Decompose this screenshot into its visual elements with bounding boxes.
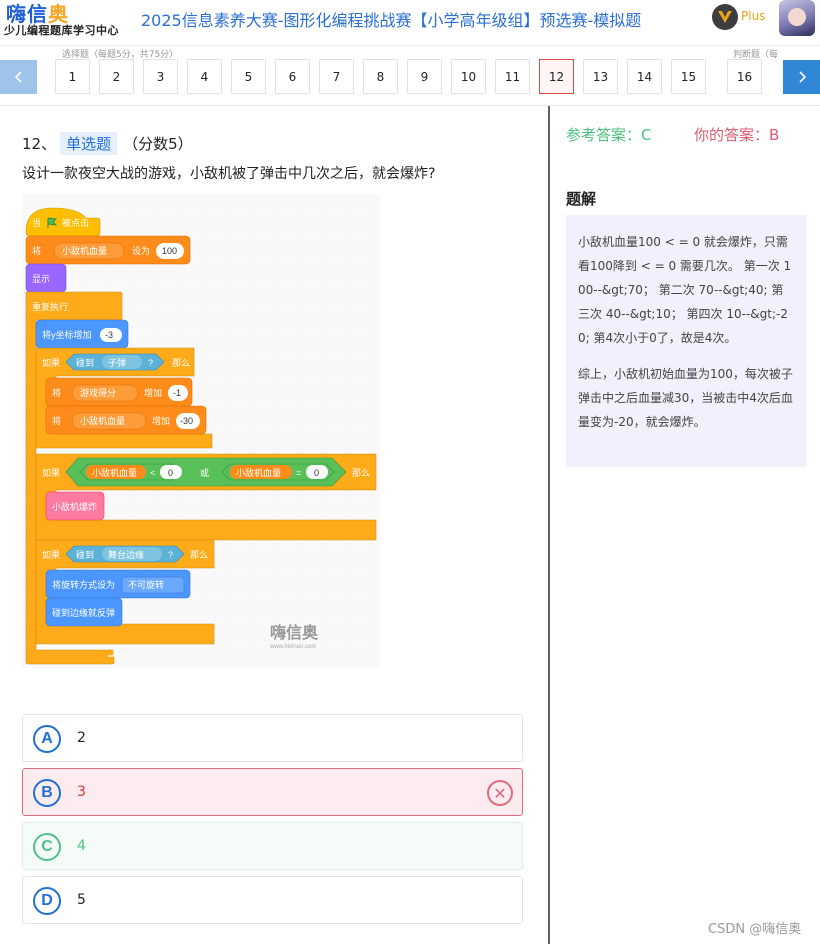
svg-text:设为: 设为 [132,245,150,256]
pane-divider [548,106,550,944]
svg-text:将: 将 [52,416,61,426]
question-button-14[interactable]: 14 [627,59,662,94]
scratch-code-image: 当 被点击 将 小敌机血量 设为 100 显示 重复执行 将y坐标增加 -3 如… [22,194,380,668]
option-a[interactable]: A2 [22,714,523,762]
footer-watermark: CSDN @嗨信奥 [708,922,802,937]
svg-text:?: ? [148,358,153,368]
question-button-5[interactable]: 5 [231,59,266,94]
next-questions-button[interactable] [783,60,820,94]
solution-box: 小敌机血量100 < = 0 就会爆炸，只需看100降到 < = 0 需要几次。… [566,215,807,467]
user-avatar[interactable] [779,0,815,36]
svg-text:如果: 如果 [42,357,60,368]
svg-text:不可旋转: 不可旋转 [128,579,164,590]
question-type-badge: 单选题 [60,132,118,155]
chevron-right-icon [798,71,806,83]
question-button-1[interactable]: 1 [55,59,90,94]
question-text: 设计一款夜空大战的游戏，小敌机被了弹击中几次之后，就会爆炸? [22,166,436,182]
svg-text:如果: 如果 [42,549,60,560]
chevron-left-icon [14,71,22,83]
svg-text:增加: 增加 [152,415,170,426]
svg-text:0: 0 [168,468,173,478]
svg-text:增加: 增加 [144,387,162,398]
svg-text:当: 当 [32,217,41,228]
svg-text:舞台边缘: 舞台边缘 [108,549,144,560]
question-button-12[interactable]: 12 [539,59,574,94]
question-button-7[interactable]: 7 [319,59,354,94]
question-button-13[interactable]: 13 [583,59,618,94]
option-text: 2 [77,730,86,746]
site-logo[interactable]: 嗨信奥 少儿编程题库学习中心 [4,0,128,40]
watermark-url: www.hixinao.com [269,644,316,650]
svg-text:-30: -30 [180,416,193,426]
question-button-9[interactable]: 9 [407,59,442,94]
svg-text:如果: 如果 [42,467,60,478]
solution-title: 题解 [566,190,597,208]
option-text: 3 [77,784,86,800]
header: 嗨信奥 少儿编程题库学习中心 2025信息素养大赛-图形化编程挑战赛【小学高年级… [0,0,820,46]
wrong-answer-icon: ✕ [487,780,513,806]
svg-text:重复执行: 重复执行 [32,301,68,312]
svg-text:将: 将 [32,246,41,256]
question-button-4[interactable]: 4 [187,59,222,94]
svg-text:0: 0 [314,468,319,478]
svg-text:或: 或 [200,467,209,478]
option-letter: C [33,833,61,861]
svg-text:那么: 那么 [172,358,190,368]
logo-subtitle: 少儿编程题库学习中心 [4,24,119,37]
question-button-3[interactable]: 3 [143,59,178,94]
svg-text:<: < [150,468,155,478]
plus-label[interactable]: Plus [741,9,765,23]
question-button-2[interactable]: 2 [99,59,134,94]
svg-text:碰到: 碰到 [76,357,94,368]
option-d[interactable]: D5 [22,876,523,924]
svg-text:小敌机血量: 小敌机血量 [92,467,137,478]
svg-text:游戏得分: 游戏得分 [80,387,116,398]
question-button-15[interactable]: 15 [671,59,706,94]
question-button-16[interactable]: 16 [727,59,762,94]
question-button-8[interactable]: 8 [363,59,398,94]
watermark-logo: 嗨信奥 [270,623,319,642]
question-number: 12、 [22,135,57,153]
svg-text:将旋转方式设为: 将旋转方式设为 [52,579,115,590]
plus-vip-icon[interactable] [712,4,738,30]
option-letter: B [33,779,61,807]
svg-text:?: ? [168,550,173,560]
svg-text:小敌机血量: 小敌机血量 [236,467,281,478]
svg-text:被点击: 被点击 [62,217,89,228]
page-title: 2025信息素养大赛-图形化编程挑战赛【小学高年级组】预选赛-模拟题 [141,11,642,30]
svg-text:将: 将 [52,388,61,398]
svg-text:那么: 那么 [352,468,370,478]
svg-text:-1: -1 [173,388,181,398]
svg-text:碰到: 碰到 [76,549,94,560]
option-b[interactable]: B 3 ✕ [22,768,523,816]
svg-text:碰到边缘就反弹: 碰到边缘就反弹 [52,607,115,618]
svg-text:=: = [296,468,301,478]
question-button-6[interactable]: 6 [275,59,310,94]
question-header: 12、 单选题 （分数5） [22,132,193,155]
reference-answer: 参考答案：C [566,126,652,144]
question-navigator: 选择题（每题5分，共75分） 判断题（每 1 2 3 4 5 6 7 8 9 10 11 12 13 14… [0,46,820,106]
svg-text:子弹: 子弹 [108,357,126,368]
option-letter: D [33,887,61,915]
svg-text:100: 100 [162,246,177,256]
question-button-11[interactable]: 11 [495,59,530,94]
prev-questions-button[interactable] [0,60,37,94]
your-answer: 你的答案：B [694,126,780,144]
solution-paragraph-1: 小敌机血量100 < = 0 就会爆炸，只需看100降到 < = 0 需要几次。… [578,235,792,345]
svg-text:-3: -3 [105,330,113,340]
question-score: （分数5） [123,135,193,153]
svg-text:小敌机爆炸: 小敌机爆炸 [52,501,97,512]
option-letter: A [33,725,61,753]
svg-text:小敌机血量: 小敌机血量 [80,415,125,426]
option-text: 5 [77,892,86,908]
option-text: 4 [77,838,86,854]
question-button-10[interactable]: 10 [451,59,486,94]
svg-text:将y坐标增加: 将y坐标增加 [42,329,92,340]
svg-text:小敌机血量: 小敌机血量 [62,245,107,256]
svg-text:那么: 那么 [190,550,208,560]
svg-text:显示: 显示 [32,274,50,284]
option-c[interactable]: C4 [22,822,523,870]
solution-paragraph-2: 综上，小敌机初始血量为100，每次被子弹击中之后血量减30，当被击中4次后血量变… [578,367,793,429]
